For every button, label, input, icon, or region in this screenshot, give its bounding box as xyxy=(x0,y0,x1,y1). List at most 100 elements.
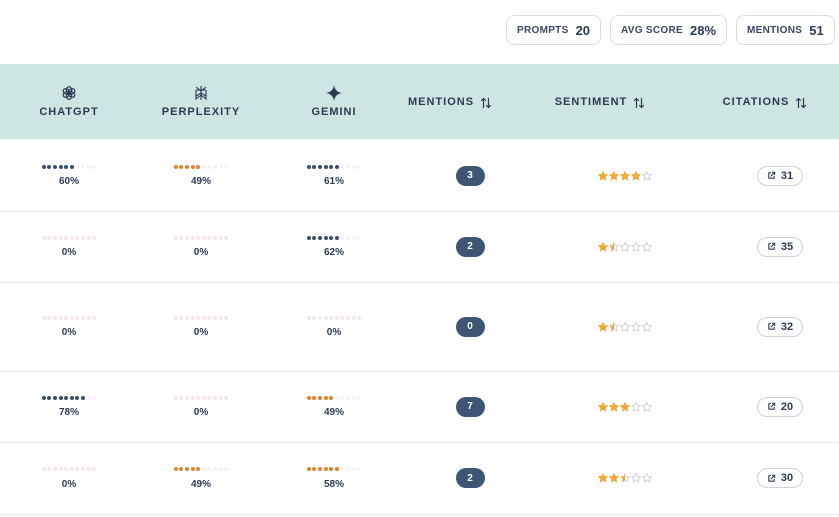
score-dot xyxy=(224,315,229,320)
score-dot xyxy=(212,315,217,320)
score-dot xyxy=(75,235,80,240)
score-dot xyxy=(69,395,74,400)
sentiment-stars xyxy=(598,170,652,181)
score-dot xyxy=(334,395,339,400)
table-row[interactable]: 0% 49% 58% 2 30 xyxy=(0,442,839,515)
score-dot xyxy=(92,315,97,320)
score-dot xyxy=(207,235,212,240)
score-dot xyxy=(329,235,334,240)
star-icon xyxy=(598,401,608,412)
score-percent: 61% xyxy=(323,176,344,187)
score-dot xyxy=(312,164,317,169)
citations-count: 30 xyxy=(780,472,794,484)
chatgpt-score-cell: 0% xyxy=(24,282,114,371)
score-dot xyxy=(41,395,46,400)
external-link-icon xyxy=(768,402,776,410)
score-dot xyxy=(64,395,69,400)
mentions-badge: 0 xyxy=(455,316,485,337)
sort-icon[interactable] xyxy=(633,96,645,108)
score-dot xyxy=(357,235,362,240)
star-icon xyxy=(620,473,630,483)
sort-icon[interactable] xyxy=(480,96,492,108)
column-header-citations[interactable]: CITATIONS xyxy=(705,64,825,139)
stat-value: 51 xyxy=(809,22,824,38)
citations-button[interactable]: 32 xyxy=(757,316,803,337)
external-link-icon xyxy=(768,242,776,250)
star-icon xyxy=(609,321,619,332)
citations-button[interactable]: 31 xyxy=(757,165,803,186)
score-dot xyxy=(185,395,190,400)
score-dot xyxy=(41,235,46,240)
score-dot xyxy=(179,164,184,169)
sentiment-cell xyxy=(585,371,665,442)
score-dot xyxy=(196,315,201,320)
score-dot xyxy=(92,164,97,169)
perplexity-score-cell: 49% xyxy=(156,442,246,514)
star-icon xyxy=(609,170,619,181)
score-dot xyxy=(75,315,80,320)
score-dot xyxy=(312,315,317,320)
citations-button[interactable]: 35 xyxy=(757,236,803,257)
citations-count: 35 xyxy=(780,240,794,253)
score-dot xyxy=(53,164,58,169)
score-dot xyxy=(340,164,345,169)
score-dot xyxy=(224,164,229,169)
table-row[interactable]: 0% 0% 62% 2 35 xyxy=(0,211,839,283)
column-header-mentions[interactable]: MENTIONS xyxy=(395,64,505,139)
score-dot xyxy=(190,467,195,471)
citations-button[interactable]: 30 xyxy=(757,468,803,488)
citations-cell: 31 xyxy=(745,140,815,211)
score-dot xyxy=(179,235,184,240)
score-dot xyxy=(64,467,69,471)
score-dot xyxy=(312,235,317,240)
score-dot xyxy=(329,467,334,471)
perplexity-score-cell: 0% xyxy=(156,211,246,282)
score-dot xyxy=(58,467,63,471)
stat-mentions: MENTIONS 51 xyxy=(736,15,835,45)
score-dot xyxy=(86,164,91,169)
sort-icon[interactable] xyxy=(795,96,807,108)
score-dot xyxy=(196,164,201,169)
table-row[interactable]: 0% 0% 0% 0 32 xyxy=(0,282,839,372)
score-dot xyxy=(41,467,46,471)
score-dot xyxy=(201,395,206,400)
score-dot xyxy=(53,395,58,400)
perplexity-score-cell: 0% xyxy=(156,282,246,371)
star-icon xyxy=(609,241,619,252)
perplexity-score-cell: 49% xyxy=(156,140,246,211)
score-dot xyxy=(80,164,85,169)
score-dots xyxy=(41,164,97,169)
score-dot xyxy=(306,395,311,400)
score-dot xyxy=(53,467,58,471)
score-dot xyxy=(306,467,311,471)
stat-label: MENTIONS xyxy=(747,24,803,36)
score-dot xyxy=(351,235,356,240)
stats-bar: PROMPTS 20 AVG SCORE 28% MENTIONS 51 xyxy=(506,15,835,45)
score-dot xyxy=(340,467,345,471)
score-dot xyxy=(345,164,350,169)
score-dot xyxy=(345,467,350,471)
score-dot xyxy=(201,235,206,240)
score-dot xyxy=(64,235,69,240)
score-dot xyxy=(80,395,85,400)
table-row[interactable]: 78% 0% 49% 7 20 xyxy=(0,371,839,443)
score-dot xyxy=(190,164,195,169)
star-icon xyxy=(642,401,652,412)
score-dot xyxy=(318,315,323,320)
score-percent: 0% xyxy=(61,327,77,338)
score-dot xyxy=(345,315,350,320)
score-dot xyxy=(224,235,229,240)
score-dot xyxy=(47,395,52,400)
column-header-sentiment[interactable]: SENTIMENT xyxy=(540,64,660,139)
star-icon xyxy=(642,241,652,252)
score-dot xyxy=(47,315,52,320)
score-dots xyxy=(173,315,229,320)
score-percent: 60% xyxy=(58,176,79,187)
score-dot xyxy=(185,164,190,169)
citations-button[interactable]: 20 xyxy=(757,396,803,417)
mentions-badge: 7 xyxy=(455,396,485,417)
sentiment-cell xyxy=(585,282,665,371)
table-row[interactable]: 60% 49% 61% 3 31 xyxy=(0,140,839,212)
score-dot xyxy=(75,467,80,471)
score-percent: 78% xyxy=(58,407,79,418)
